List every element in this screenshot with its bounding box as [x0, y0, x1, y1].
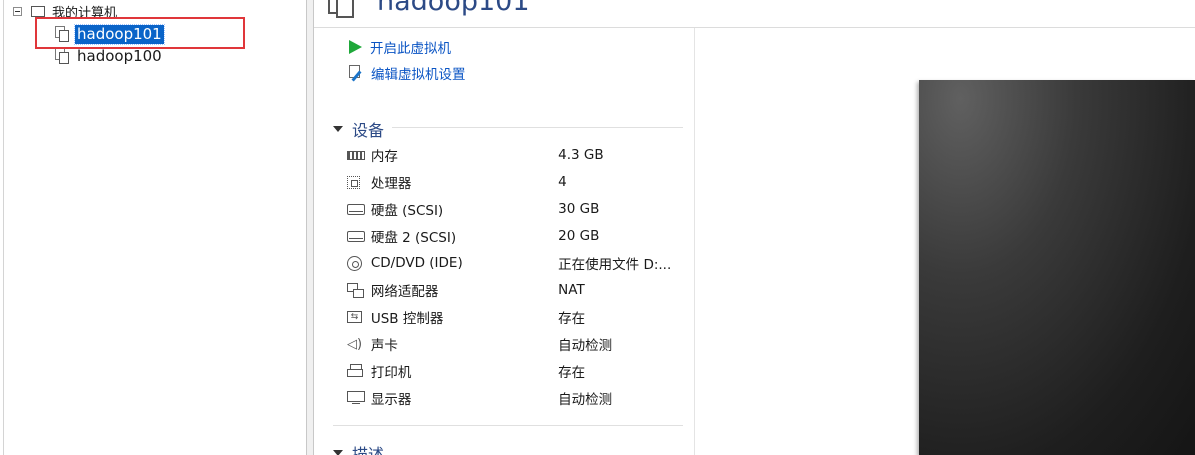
device-row-cd-dvd[interactable]: CD/DVD (IDE) 正在使用文件 D:...	[347, 252, 687, 274]
section-rule	[392, 127, 683, 128]
devices-section-title: 设备	[352, 121, 385, 140]
vm-screen-thumbnail[interactable]	[919, 80, 1195, 455]
device-row-hard-disk-2[interactable]: 硬盘 2 (SCSI) 20 GB	[347, 225, 687, 247]
device-name: 网络适配器	[370, 284, 439, 300]
device-row-network-adapter[interactable]: 网络适配器 NAT	[347, 279, 687, 301]
device-name: CD/DVD (IDE)	[370, 255, 463, 271]
play-icon	[349, 40, 362, 54]
device-value: 自动检测	[558, 338, 613, 354]
annotation-highlight-box	[35, 17, 245, 49]
tree-border	[3, 0, 4, 455]
section-rule	[333, 425, 683, 426]
device-row-printer[interactable]: 打印机 存在	[347, 360, 687, 382]
device-value: 4	[558, 174, 567, 190]
description-section-title: 描述	[352, 445, 385, 455]
display-icon	[347, 390, 367, 406]
device-value: NAT	[558, 282, 585, 298]
device-value: 30 GB	[558, 201, 600, 217]
power-on-label[interactable]: 开启此虚拟机	[370, 37, 451, 57]
device-name: 显示器	[370, 392, 412, 408]
edit-settings-link[interactable]: 编辑虚拟机设置	[349, 63, 466, 83]
device-name: 声卡	[370, 338, 398, 354]
device-row-sound-card[interactable]: ◁) 声卡 自动检测	[347, 333, 687, 355]
section-collapse-icon[interactable]	[333, 450, 343, 455]
device-row-memory[interactable]: 内存 4.3 GB	[347, 144, 687, 166]
devices-section-header[interactable]: 设备	[333, 117, 384, 141]
vm-title: hadoop101	[377, 0, 530, 17]
usb-controller-icon: ⇆	[347, 309, 367, 325]
network-adapter-icon	[347, 282, 367, 298]
hard-disk-icon	[347, 228, 367, 244]
device-name: 硬盘 2 (SCSI)	[370, 230, 457, 246]
device-row-processor[interactable]: 处理器 4	[347, 171, 687, 193]
hard-disk-icon	[347, 201, 367, 217]
device-name: 硬盘 (SCSI)	[370, 203, 444, 219]
description-section-header[interactable]: 描述	[333, 441, 384, 455]
device-name: USB 控制器	[370, 311, 444, 327]
device-row-usb-controller[interactable]: ⇆ USB 控制器 存在	[347, 306, 687, 328]
computer-icon	[31, 5, 45, 17]
device-value: 存在	[558, 311, 586, 327]
vm-header-icon	[328, 0, 358, 20]
device-row-display[interactable]: 显示器 自动检测	[347, 387, 687, 409]
device-value: 存在	[558, 365, 586, 381]
section-collapse-icon[interactable]	[333, 126, 343, 132]
memory-icon	[347, 147, 367, 163]
device-row-hard-disk[interactable]: 硬盘 (SCSI) 30 GB	[347, 198, 687, 220]
device-value: 自动检测	[558, 392, 613, 408]
sound-card-icon: ◁)	[347, 336, 363, 352]
edit-settings-icon	[349, 65, 365, 82]
power-on-link[interactable]: 开启此虚拟机	[349, 37, 451, 57]
printer-icon	[347, 363, 367, 379]
device-value: 正在使用文件 D:...	[558, 257, 672, 273]
device-name: 内存	[370, 149, 398, 165]
vmware-window: 我的计算机 hadoop101 hadoop100 hadoop101 开启此虚…	[0, 0, 1195, 455]
cd-dvd-icon	[347, 255, 367, 271]
vm-icon	[55, 48, 71, 64]
device-value: 20 GB	[558, 228, 600, 244]
library-tree: 我的计算机 hadoop101 hadoop100	[0, 0, 306, 455]
pane-splitter[interactable]	[306, 0, 314, 455]
tree-item-label[interactable]: hadoop100	[75, 47, 164, 66]
processor-icon	[347, 174, 367, 190]
device-name: 处理器	[370, 176, 412, 192]
edit-settings-label[interactable]: 编辑虚拟机设置	[371, 63, 466, 83]
collapse-icon[interactable]	[13, 6, 22, 16]
device-name: 打印机	[370, 365, 412, 381]
device-value: 4.3 GB	[558, 147, 604, 163]
tree-item-hadoop100[interactable]: hadoop100	[55, 46, 164, 66]
